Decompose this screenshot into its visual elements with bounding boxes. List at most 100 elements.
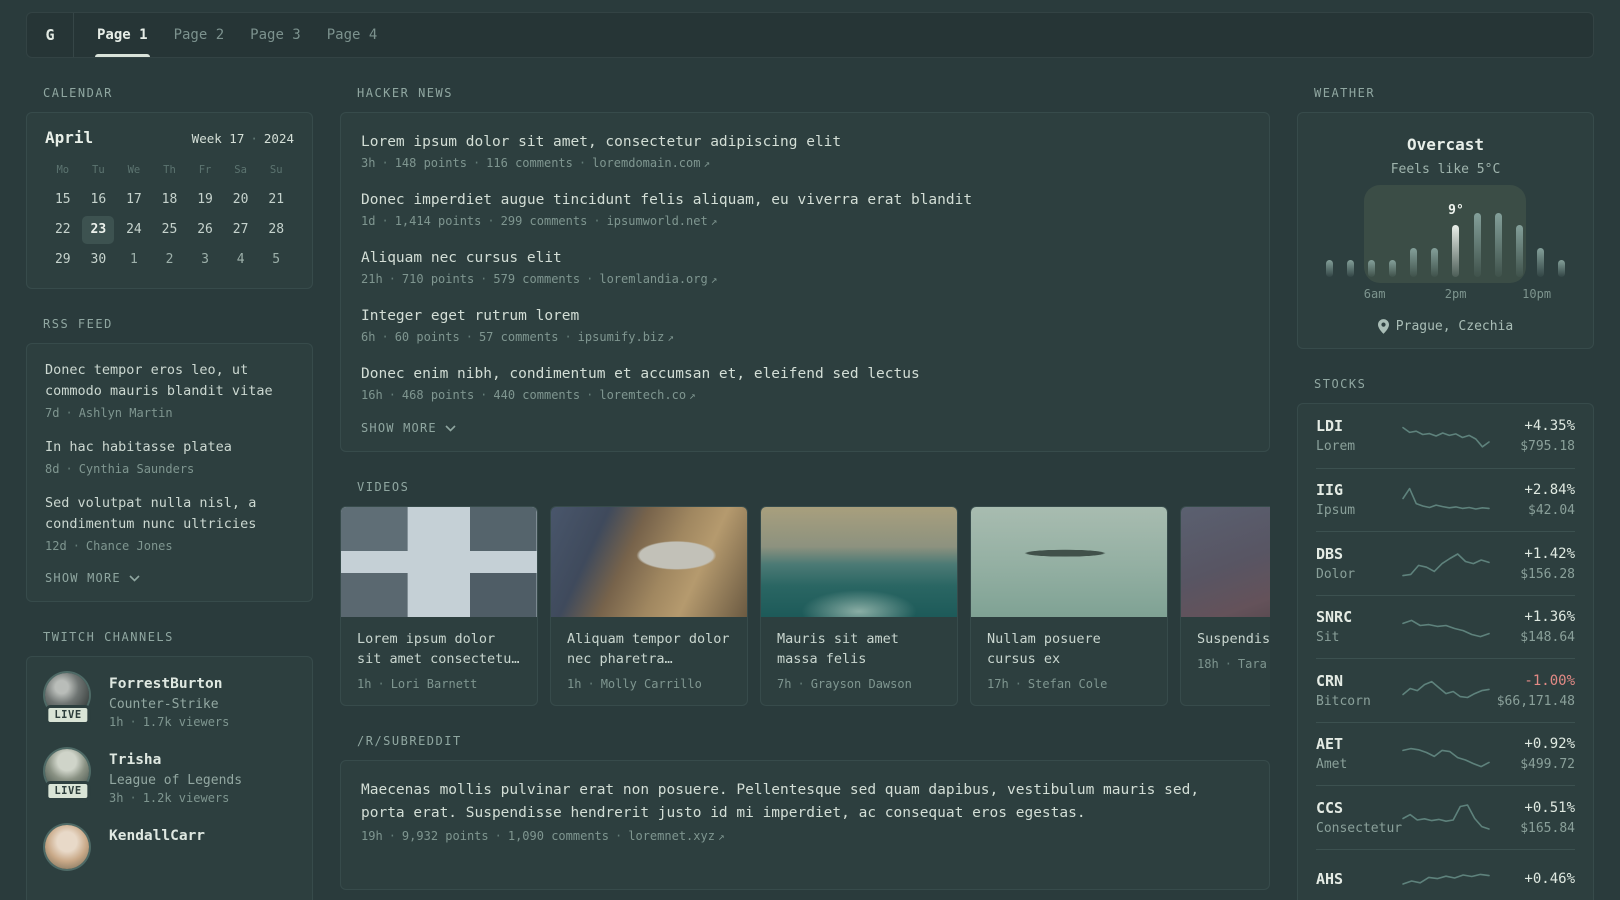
video-title[interactable]: Lorem ipsum dolor sit amet consectetu… [357,629,521,669]
stock-sparkline [1401,747,1490,768]
hn-item-meta: 3h · 148 points · 116 comments · loremdomain.c… [361,156,711,170]
weather-tick-label: 2pm [1444,287,1467,301]
subreddit-domain-link[interactable]: loremnet.xyz ↗ [628,829,724,843]
video-meta: 7h · Grayson Dawson [777,677,912,691]
stock-name: Lorem [1316,439,1356,455]
hn-item-domain-link[interactable]: loremlandia.org ↗ [599,272,717,286]
stock-symbol: CRN [1316,671,1344,690]
weather-bar-current: 9° [1448,203,1464,277]
video-thumbnail[interactable] [551,507,747,617]
rss-item-meta: 12d · Chance Jones [45,539,173,553]
hn-item-meta: 21h · 710 points · 579 comments · loremlandia.… [361,272,718,286]
twitch-channel-row[interactable]: LIVE ForrestBurton Counter-Strike 1h · 1.7… [45,673,294,729]
hn-item-title[interactable]: Aliquam nec cursus elit [361,247,1249,269]
calendar-day: 26 [197,222,213,237]
video-card[interactable]: Mauris sit amet massa felis 7h · Grayson D… [760,506,958,706]
tab-page-4[interactable]: Page 4 [327,13,378,57]
hn-item-meta: 1d · 1,414 points · 299 comments · ipsumworld.… [361,214,718,228]
chevron-down-icon [445,424,456,432]
stock-row[interactable]: IIG Ipsum +2.84% $42.04 [1316,467,1575,532]
calendar-day: 22 [54,222,71,237]
hn-item-domain-link[interactable]: loremtech.co ↗ [599,388,695,402]
video-title[interactable]: Aliquam tempor dolor nec pharetra… [567,629,731,669]
weather-tick-label: 6am [1363,287,1386,301]
rss-show-more-button[interactable]: SHOW MORE [45,571,140,585]
video-thumbnail[interactable] [761,507,957,617]
weather-widget: Overcast Feels like 5°C 9° 6am 2pm 10pm Pr… [1297,112,1594,349]
video-card[interactable]: Suspendisse diam 18h·Tara [1180,506,1270,706]
stock-sparkline [1401,804,1490,831]
calendar-day: 16 [90,192,107,207]
video-card[interactable]: Lorem ipsum dolor sit amet consectetu… 1… [340,506,538,706]
stock-row[interactable]: CCS Consectetur +0.51% $165.84 [1316,785,1575,849]
stock-row[interactable]: LDI Lorem +4.35% $795.18 [1316,404,1575,468]
weather-bar [1326,260,1333,277]
weather-bar [1368,260,1376,277]
stocks-section-title: STOCKS [1314,377,1367,391]
stock-row[interactable]: AHS +0.46% [1316,848,1575,900]
twitch-channel-name[interactable]: ForrestBurton [109,676,223,692]
video-thumbnail[interactable] [971,507,1167,617]
stock-price: $148.64 [1520,630,1575,646]
stock-price: $165.84 [1520,820,1575,836]
external-link-icon: ↗ [703,157,711,170]
rss-item-title[interactable]: Donec tempor eros leo, ut commodo mauris… [45,360,294,402]
stock-row[interactable]: AET Amet +0.92% $499.72 [1316,721,1575,786]
hn-item-title[interactable]: Integer eget rutrum lorem [361,305,1249,327]
stock-row[interactable]: SNRC Sit +1.36% $148.64 [1316,594,1575,659]
hn-item-title[interactable]: Lorem ipsum dolor sit amet, consectetur … [361,131,1249,153]
calendar-day: 1 [130,252,138,267]
weather-bar [1557,260,1565,277]
stock-symbol: DBS [1316,544,1344,563]
live-badge: LIVE [45,781,91,801]
calendar-day: 19 [197,192,213,207]
rss-item-title[interactable]: Sed volutpat nulla nisl, a condimentum n… [45,493,294,535]
calendar-day: 5 [272,252,281,267]
stock-row[interactable]: CRN Bitcorn -1.00% $66,171.48 [1316,658,1575,722]
stock-change: +0.46% [1524,870,1575,887]
stock-symbol: AET [1316,735,1344,754]
subreddit-post-title[interactable]: Maecenas mollis pulvinar erat non posuer… [361,779,1221,825]
video-card[interactable]: Nullam posuere cursus ex 17h · Stefan Cole [970,506,1168,706]
twitch-channel-row[interactable]: LIVE Trisha League of Legends 3h · 1.2k vi… [45,749,294,805]
twitch-channel-name[interactable]: KendallCarr [109,828,205,844]
videos-carousel: Lorem ipsum dolor sit amet consectetu… 1… [340,506,1270,706]
twitch-channel-name[interactable]: Trisha [109,752,161,768]
app-logo[interactable]: G [27,13,74,57]
tab-page-1[interactable]: Page 1 [95,13,150,57]
video-title[interactable]: Mauris sit amet massa felis [777,629,941,669]
hn-item-title[interactable]: Donec enim nibh, condimentum et accumsan… [361,363,1249,385]
weather-location: Prague, Czechia [1314,319,1577,334]
video-thumbnail[interactable] [341,507,537,617]
video-title[interactable]: Nullam posuere cursus ex [987,629,1151,669]
twitch-channel-row[interactable]: KendallCarr [45,825,294,869]
hn-item-domain-link[interactable]: ipsumify.biz ↗ [578,330,674,344]
video-meta: 1h · Molly Carrillo [567,677,702,691]
video-title[interactable]: Suspendisse diam [1197,629,1270,649]
tab-page-2[interactable]: Page 2 [174,13,225,57]
video-meta: 1h · Lori Barnett [357,677,478,691]
hn-item-meta: 16h · 468 points · 440 comments · loremtech.co… [361,388,696,402]
rss-item-time: 8d [45,462,60,476]
hn-item: Donec enim nibh, condimentum et accumsan… [361,363,1249,402]
hn-item-domain-link[interactable]: ipsumworld.net ↗ [607,214,718,228]
stock-sparkline [1401,873,1490,885]
video-thumbnail[interactable] [1181,507,1270,617]
stock-row[interactable]: DBS Dolor +1.42% $156.28 [1316,531,1575,595]
hn-item-title[interactable]: Donec imperdiet augue tincidunt felis al… [361,189,1249,211]
weather-feels-like: Feels like 5°C [1390,162,1501,177]
calendar-day: 20 [232,192,249,207]
hn-show-more-button[interactable]: SHOW MORE [361,421,456,435]
weather-bar [1431,248,1439,277]
tab-page-3[interactable]: Page 3 [250,13,301,57]
avatar[interactable] [45,825,89,869]
hacker-news-widget: Lorem ipsum dolor sit amet, consectetur … [340,112,1270,452]
hn-item-domain-link[interactable]: loremdomain.com ↗ [592,156,710,170]
video-card[interactable]: Aliquam tempor dolor nec pharetra… 1h · Mo… [550,506,748,706]
stock-change: +4.35% [1524,418,1575,435]
calendar-weekday: Su [269,164,283,176]
subreddit-widget: Maecenas mollis pulvinar erat non posuer… [340,760,1270,890]
rss-item-title[interactable]: In hac habitasse platea [45,437,294,458]
calendar-weekday: Mo [56,164,70,176]
dashboard: G Page 1 Page 2 Page 3 Page 4 CALENDAR A… [0,0,1620,900]
